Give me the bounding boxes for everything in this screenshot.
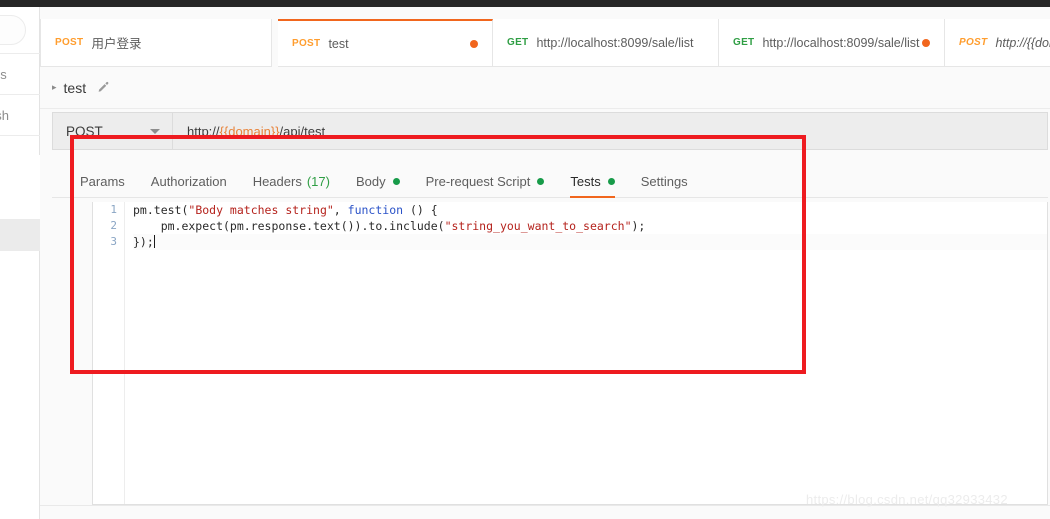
sidebar-item-apis[interactable]: PIs [0,55,40,93]
editor-code-area[interactable]: pm.test("Body matches string", function … [125,202,1047,504]
tab-pre-request-script[interactable]: Pre-request Script [426,165,545,197]
os-title-bar [0,0,1050,7]
tab-tests-label: Tests [570,173,601,189]
postman-app-window: PIs ash POST 用户登录 POST test GET htt [0,0,1050,519]
tab-authorization-label: Authorization [150,173,227,189]
tab-body-label: Body [355,173,386,189]
request-tab-2[interactable]: GET http://localhost:8099/sale/list [493,19,719,67]
tab-settings[interactable]: Settings [641,165,688,197]
url-variable: {{domain}} [219,123,280,139]
sidebar-item-trash-label: ash [0,107,9,123]
request-tab-1-active[interactable]: POST test [278,19,493,67]
left-sidebar: PIs ash [0,7,40,519]
breadcrumb-request-name: test [63,79,87,96]
request-tab-0[interactable]: POST 用户登录 [40,19,272,67]
tab-params[interactable]: Params [80,165,125,197]
sidebar-divider [0,53,40,54]
request-url-bar: POST http://{{domain}}/api/test [52,112,1048,150]
code-token: () { [403,203,438,217]
tab-headers[interactable]: Headers (17) [253,165,330,197]
request-tab-3[interactable]: GET http://localhost:8099/sale/list [719,19,945,67]
request-tab-strip: POST 用户登录 POST test GET http://localhost… [40,19,1050,67]
request-tab-1-label: test [328,36,349,51]
code-token: pm.expect(pm.response.text()).to.include… [133,219,445,233]
tests-script-editor[interactable]: 1 2 3 pm.test("Body matches string", fun… [92,202,1048,505]
chevron-down-icon [150,128,160,134]
request-tab-3-label: http://localhost:8099/sale/list [762,35,920,50]
tab-authorization[interactable]: Authorization [151,165,227,197]
tab-headers-label: Headers [252,173,302,189]
chevron-right-icon[interactable]: ▸ [52,83,57,92]
code-token-keyword: function [347,203,404,217]
line-number: 3 [110,235,117,248]
code-token: , [333,203,348,217]
url-prefix: http:// [187,123,220,139]
tab-headers-count: (17) [306,173,330,189]
main-panel: POST 用户登录 POST test GET http://localhost… [40,7,1050,519]
request-tab-1-method: POST [292,38,321,49]
tests-filled-dot-icon [607,177,615,185]
http-method-value: POST [66,123,103,139]
code-line-3: }); [133,234,1047,250]
text-cursor [153,235,155,248]
http-method-select[interactable]: POST [53,113,173,149]
url-input[interactable]: http://{{domain}}/api/test [173,113,1047,149]
code-token: pm.test( [133,203,189,217]
code-token: ); [631,219,646,233]
pre-request-filled-dot-icon [537,177,545,185]
code-token-string: "string_you_want_to_search" [444,219,632,233]
code-token-string: "Body matches string" [188,203,334,217]
tab-settings-label: Settings [640,173,688,189]
editor-line-number-gutter: 1 2 3 [93,202,125,504]
unsaved-dot-icon [922,38,930,47]
breadcrumb: ▸ test [40,67,1050,109]
sidebar-divider [0,135,40,136]
request-section-tabs: Params Authorization Headers (17) Body P… [52,165,1048,198]
body-filled-dot-icon [392,177,400,185]
request-tab-2-method: GET [507,37,529,48]
tab-pre-request-script-label: Pre-request Script [425,173,531,189]
sidebar-item-apis-label: PIs [0,66,7,82]
line-number: 2 [110,219,117,232]
sidebar-selected-block[interactable] [0,219,40,251]
footer-area [40,506,1050,519]
avatar[interactable] [0,15,26,45]
request-tab-4-label: http://{{dom [995,35,1050,50]
request-tab-2-label: http://localhost:8099/sale/list [536,35,694,50]
watermark-text: https://blog.csdn.net/qq32933432 [806,492,1008,507]
code-line-1: pm.test("Body matches string", function … [133,202,1047,218]
sidebar-divider [0,94,40,95]
request-tab-0-label: 用户登录 [91,37,142,51]
line-number: 1 [110,203,117,216]
request-tab-4-method: POST [959,37,988,48]
sidebar-blank-area [0,155,40,219]
sidebar-item-trash[interactable]: ash [0,96,40,134]
code-line-2: pm.expect(pm.response.text()).to.include… [133,218,1047,234]
request-tab-0-method: POST [55,37,84,48]
request-tab-4-preview[interactable]: POST http://{{dom [945,19,1050,67]
code-token: }); [133,235,154,249]
tab-params-label: Params [80,173,125,189]
tab-tests[interactable]: Tests [570,165,616,198]
url-suffix: /api/test [279,123,326,139]
tab-body[interactable]: Body [356,165,400,197]
request-tab-3-method: GET [733,37,755,48]
pencil-icon[interactable] [97,81,110,94]
unsaved-dot-icon [470,39,478,48]
